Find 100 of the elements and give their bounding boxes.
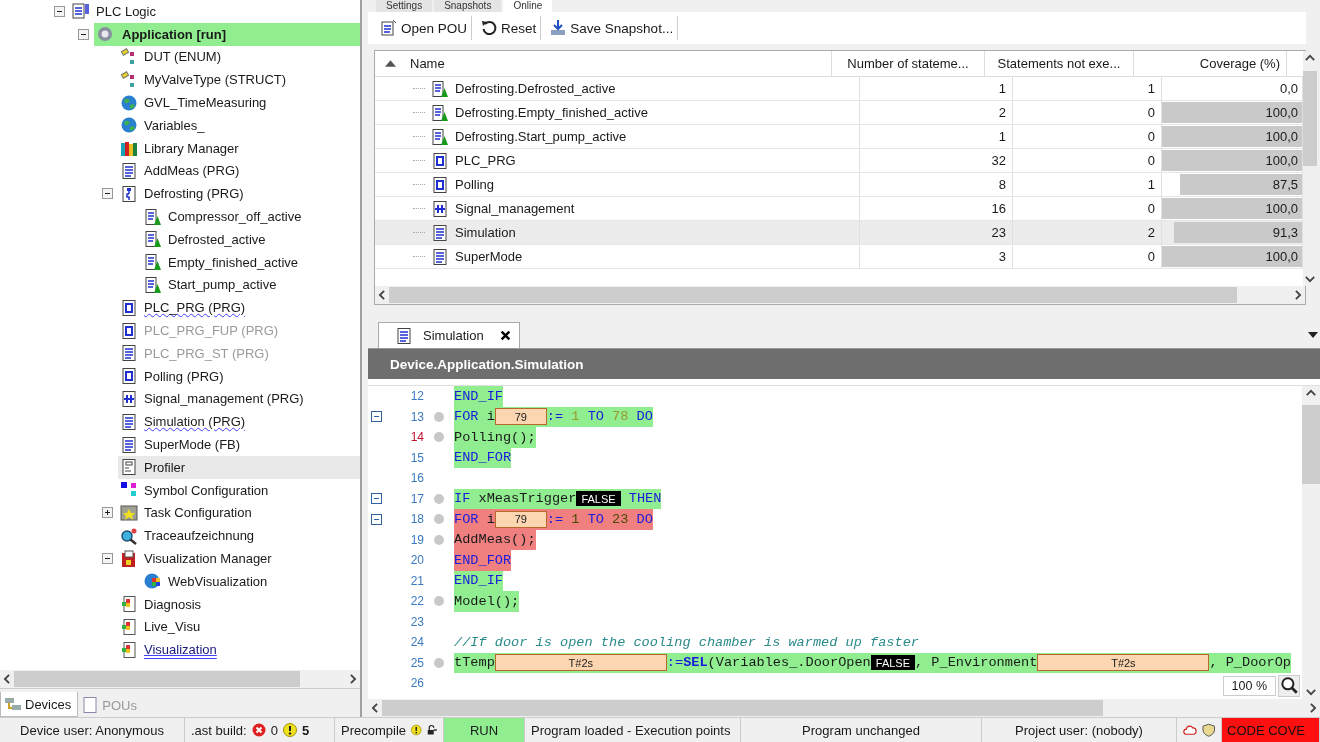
- code-text: END_IF: [454, 573, 503, 589]
- horizontal-scrollbar[interactable]: [0, 670, 360, 688]
- expand-icon[interactable]: [102, 507, 113, 519]
- table-row[interactable]: SuperMode 3 0 100,0: [375, 245, 1303, 269]
- tree-item[interactable]: Variables_: [118, 114, 360, 137]
- table-cell: 2: [1013, 221, 1162, 244]
- tree-item[interactable]: Live_Visu: [118, 615, 360, 639]
- line-number: 20: [409, 553, 424, 568]
- block-document-icon: [120, 321, 138, 340]
- tree-item[interactable]: Signal_management (PRG): [118, 387, 360, 411]
- block-document-icon: [120, 298, 138, 317]
- warning-icon: [411, 723, 422, 737]
- collapse-icon[interactable]: [54, 5, 65, 17]
- code-text: :=SEL(Variables_.DoorOpen: [666, 655, 871, 671]
- watch-value: T#2s: [494, 654, 667, 672]
- panel-tab[interactable]: Devices: [0, 692, 79, 717]
- tree-item[interactable]: Defrosted_active: [142, 227, 360, 251]
- code-text: END_FOR: [454, 552, 512, 568]
- table-row[interactable]: PLC_PRG 32 0 100,0: [375, 149, 1303, 173]
- horizontal-scrollbar[interactable]: [375, 286, 1305, 304]
- code-text: FOR i: [454, 511, 495, 527]
- document-icon: [431, 223, 449, 242]
- fold-icon[interactable]: [370, 411, 382, 423]
- tree-item[interactable]: MyValveType (STRUCT): [118, 68, 360, 92]
- fold-icon[interactable]: [370, 493, 382, 505]
- lock-icon[interactable]: [426, 723, 437, 737]
- fold-icon[interactable]: [370, 513, 382, 525]
- globe-icon: [120, 93, 138, 112]
- shield-icon[interactable]: [1201, 723, 1215, 737]
- table-row[interactable]: Simulation 23 2 91,3: [375, 221, 1303, 245]
- tree-item[interactable]: Application [run]: [94, 22, 360, 46]
- zoom-icon[interactable]: [1278, 675, 1300, 697]
- table-cell: 1: [1013, 173, 1162, 196]
- profiler-tab[interactable]: Snapshots: [434, 0, 502, 12]
- reset-icon: [480, 19, 499, 37]
- column-header[interactable]: Coverage (%): [1134, 51, 1287, 76]
- tree-item[interactable]: Empty_finished_active: [142, 250, 360, 274]
- program-state: Program unchanged: [741, 718, 982, 742]
- collapse-icon[interactable]: [102, 188, 113, 200]
- tree-item[interactable]: Visualization: [118, 638, 360, 662]
- action-document-icon: [144, 275, 162, 294]
- tree-item[interactable]: Profiler: [118, 455, 360, 479]
- build-label: .ast build:: [191, 722, 247, 738]
- tree-item[interactable]: GVL_TimeMeasuring: [118, 91, 360, 114]
- tree-item[interactable]: Task Configuration: [118, 501, 360, 525]
- tree-item[interactable]: Polling (PRG): [118, 364, 360, 388]
- line-number: 25: [409, 655, 424, 670]
- cloud-icon[interactable]: [1183, 723, 1197, 737]
- close-icon[interactable]: [499, 330, 511, 341]
- tree-item[interactable]: Start_pump_active: [142, 273, 360, 297]
- scrollbar-thumb[interactable]: [1302, 404, 1320, 485]
- dropdown-icon[interactable]: [1308, 332, 1318, 338]
- column-header[interactable]: Statements not exe...: [985, 51, 1134, 76]
- line-number: 23: [409, 614, 424, 629]
- status-message: Program loaded - Execution points: [525, 718, 741, 742]
- tree-item[interactable]: Simulation (PRG): [118, 410, 360, 434]
- horizontal-scrollbar[interactable]: [368, 699, 1320, 717]
- tree-item[interactable]: Compressor_off_active: [142, 205, 360, 228]
- tree-item[interactable]: Visualization Manager: [118, 547, 360, 570]
- column-header[interactable]: Number of stateme...: [832, 51, 985, 76]
- tree-item[interactable]: PLC_PRG (PRG): [118, 296, 360, 320]
- collapse-icon[interactable]: [102, 553, 113, 564]
- code-text: THEN: [627, 491, 662, 507]
- column-header[interactable]: Name: [375, 51, 832, 76]
- tree-item[interactable]: PLC Logic: [70, 0, 360, 23]
- scrollbar-thumb[interactable]: [1303, 70, 1317, 166]
- table-cell: 32: [860, 149, 1013, 172]
- table-row[interactable]: Polling 8 1 87,5: [375, 173, 1303, 197]
- line-number: 13: [409, 409, 424, 424]
- block-document-icon: [431, 151, 449, 170]
- scrollbar-thumb[interactable]: [382, 700, 1103, 716]
- editor-tab[interactable]: Simulation: [378, 322, 520, 348]
- profiler-tab[interactable]: Online: [503, 0, 553, 12]
- tree-item[interactable]: WebVisualization: [142, 569, 360, 593]
- device-user: Device user: Anonymous: [0, 718, 185, 742]
- collapse-icon[interactable]: [78, 28, 89, 40]
- scrollbar-thumb[interactable]: [389, 287, 1237, 303]
- tree-item[interactable]: Defrosting (PRG): [118, 182, 360, 206]
- zoom-level[interactable]: 100 %: [1222, 676, 1276, 696]
- gear-icon: [96, 25, 114, 44]
- document-icon: [120, 161, 138, 180]
- tree-item[interactable]: AddMeas (PRG): [118, 159, 360, 183]
- watch-value: T#2s: [1037, 654, 1210, 672]
- table-row[interactable]: Defrosting.Defrosted_active 1 1 0,0: [375, 77, 1303, 101]
- tree-item[interactable]: SuperMode (FB): [118, 433, 360, 456]
- profiler-tab[interactable]: Settings: [376, 0, 433, 12]
- tree-item[interactable]: DUT (ENUM): [118, 45, 360, 69]
- table-row[interactable]: Defrosting.Empty_finished_active 2 0 100,0: [375, 101, 1303, 125]
- tree-item[interactable]: Traceaufzeichnung: [118, 524, 360, 548]
- tree-item[interactable]: Library Manager: [118, 136, 360, 160]
- boolean-value: FALSE: [576, 491, 621, 507]
- line-number: 14: [409, 430, 424, 445]
- scrollbar-thumb[interactable]: [14, 671, 300, 687]
- code-text: , P_Environment: [915, 655, 1038, 671]
- vertical-scrollbar[interactable]: [1302, 386, 1320, 699]
- coverage-value: 100,0: [1265, 249, 1299, 264]
- table-row[interactable]: Defrosting.Start_pump_active 1 0 100,0: [375, 125, 1303, 149]
- tree-item[interactable]: Diagnosis: [118, 592, 360, 616]
- code-text: , P_DoorOp: [1209, 655, 1291, 671]
- tree-item[interactable]: Symbol Configuration: [118, 478, 360, 502]
